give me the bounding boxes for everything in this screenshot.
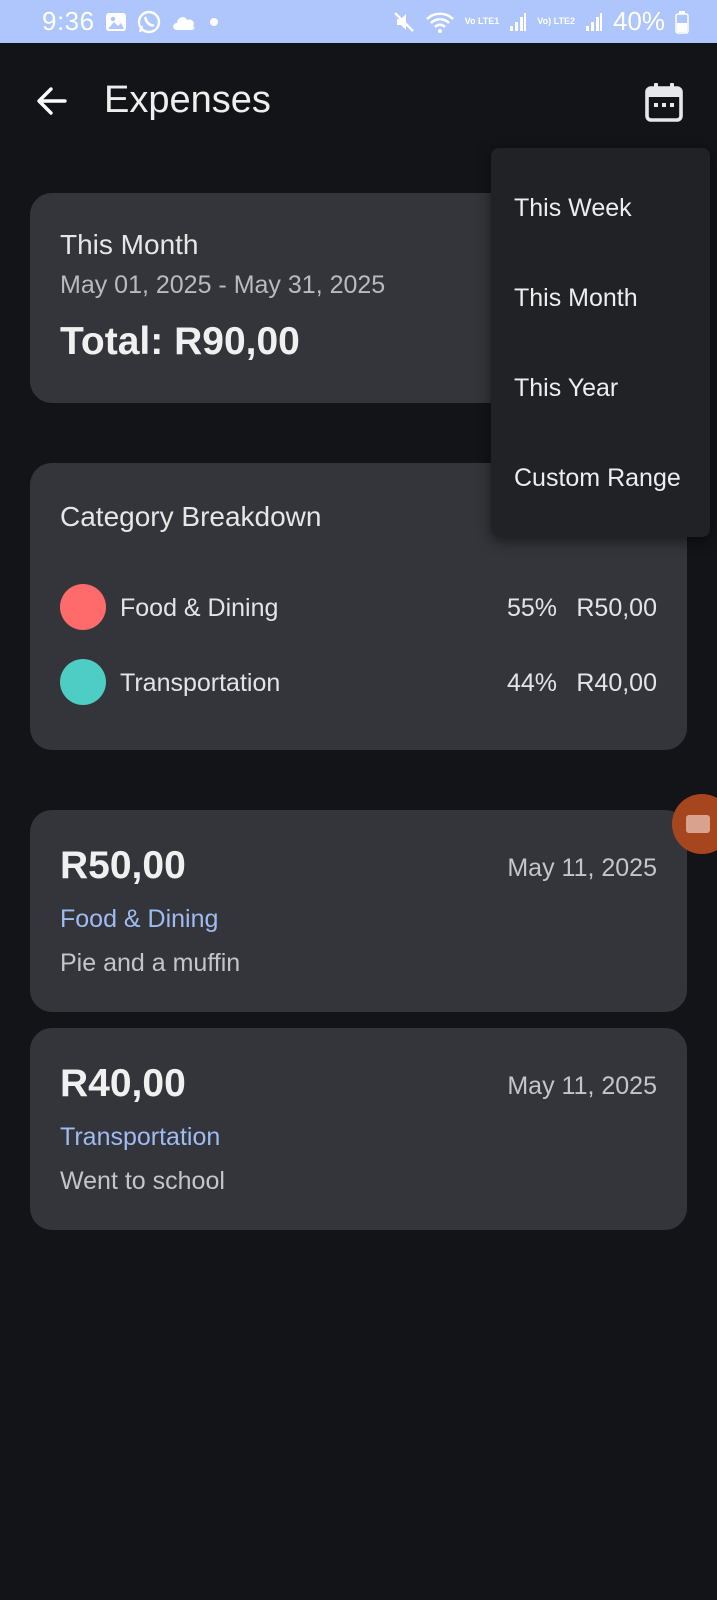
expense-item[interactable]: R50,00 May 11, 2025 Food & Dining Pie an… — [30, 810, 687, 1012]
battery-percent: 40% — [612, 6, 665, 36]
battery-icon — [675, 10, 689, 34]
expense-date: May 11, 2025 — [507, 854, 657, 882]
expense-amount: R50,00 — [60, 844, 186, 887]
date-range-button[interactable] — [640, 79, 688, 127]
whatsapp-icon — [137, 10, 161, 34]
expense-amount: R40,00 — [60, 1062, 186, 1105]
wifi-icon — [425, 10, 455, 34]
expense-date: May 11, 2025 — [507, 1072, 657, 1100]
expense-category: Transportation — [60, 1123, 221, 1151]
menu-item-this-year[interactable]: This Year — [491, 343, 710, 433]
summary-total: Total: R90,00 — [60, 320, 300, 363]
notification-dot-icon — [207, 15, 221, 29]
status-bar: 9:36 Vo LTE1 Vo) LTE2 40% — [0, 0, 717, 43]
status-left: 9:36 — [42, 6, 221, 37]
expense-description: Went to school — [60, 1167, 225, 1195]
cloud-icon — [171, 13, 197, 31]
gallery-icon — [105, 11, 127, 33]
category-color-dot — [60, 584, 106, 630]
expense-description: Pie and a muffin — [60, 949, 241, 977]
category-row: Transportation 44% R40,00 — [60, 659, 657, 705]
category-row: Food & Dining 55% R50,00 — [60, 584, 657, 630]
menu-item-custom-range[interactable]: Custom Range — [491, 433, 710, 523]
network-label-1: Vo LTE1 — [464, 16, 500, 26]
category-percent: 44% — [506, 669, 557, 697]
signal-icon — [585, 12, 603, 32]
summary-period-label: This Month — [60, 229, 199, 260]
category-amount: R40,00 — [576, 669, 657, 697]
app-bar: Expenses — [0, 43, 717, 161]
video-camera-icon — [686, 815, 710, 833]
menu-item-this-month[interactable]: This Month — [491, 253, 710, 343]
mute-icon — [393, 11, 415, 33]
arrow-left-icon — [34, 83, 70, 124]
expense-item[interactable]: R40,00 May 11, 2025 Transportation Went … — [30, 1028, 687, 1230]
page-title: Expenses — [104, 79, 271, 121]
category-name: Transportation — [120, 669, 281, 697]
category-color-dot — [60, 659, 106, 705]
summary-date-range: May 01, 2025 - May 31, 2025 — [60, 271, 386, 299]
calendar-icon — [640, 83, 688, 131]
status-right: Vo LTE1 Vo) LTE2 40% — [393, 6, 689, 37]
breakdown-title: Category Breakdown — [60, 501, 322, 532]
menu-item-this-week[interactable]: This Week — [491, 163, 710, 253]
category-percent: 55% — [506, 594, 557, 622]
status-time: 9:36 — [42, 6, 95, 36]
category-amount: R50,00 — [576, 594, 657, 622]
back-button[interactable] — [30, 81, 74, 125]
category-name: Food & Dining — [120, 594, 279, 622]
period-dropdown-menu: This Week This Month This Year Custom Ra… — [491, 148, 710, 537]
signal-icon — [509, 12, 527, 32]
network-label-2: Vo) LTE2 — [537, 16, 575, 26]
expense-category: Food & Dining — [60, 905, 219, 933]
